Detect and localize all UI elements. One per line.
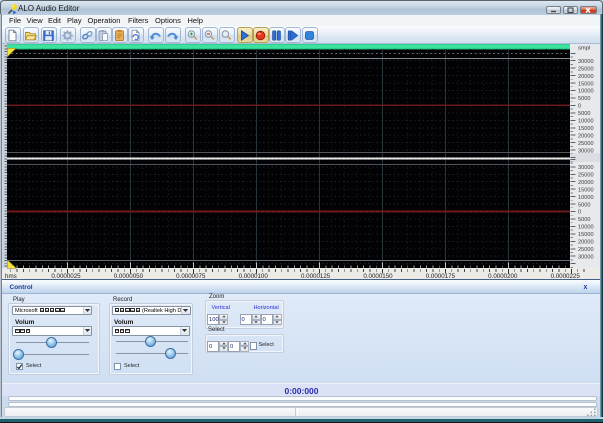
svg-text:5000: 5000: [578, 202, 590, 208]
svg-text:30000: 30000: [578, 148, 594, 154]
svg-text:10000: 10000: [578, 195, 594, 201]
svg-text:15000: 15000: [578, 187, 594, 193]
svg-text:25000: 25000: [578, 172, 594, 178]
svg-text:5000: 5000: [578, 111, 590, 117]
svg-text:20000: 20000: [578, 74, 594, 80]
svg-text:10000: 10000: [578, 89, 594, 95]
svg-text:10000: 10000: [578, 225, 594, 231]
svg-text:5000: 5000: [578, 217, 590, 223]
svg-text:smpl: smpl: [578, 46, 590, 52]
svg-text:15000: 15000: [578, 126, 594, 132]
svg-text:0: 0: [578, 210, 581, 216]
svg-text:20000: 20000: [578, 133, 594, 139]
svg-text:25000: 25000: [578, 141, 594, 147]
svg-text:30000: 30000: [578, 59, 594, 65]
svg-text:5000: 5000: [578, 96, 590, 102]
svg-text:20000: 20000: [578, 240, 594, 246]
svg-text:30000: 30000: [578, 254, 594, 260]
svg-text:25000: 25000: [578, 66, 594, 72]
svg-text:20000: 20000: [578, 180, 594, 186]
svg-text:25000: 25000: [578, 247, 594, 253]
svg-text:0: 0: [578, 104, 581, 110]
svg-text:15000: 15000: [578, 81, 594, 87]
svg-text:30000: 30000: [578, 165, 594, 171]
svg-text:10000: 10000: [578, 119, 594, 125]
svg-text:15000: 15000: [578, 232, 594, 238]
